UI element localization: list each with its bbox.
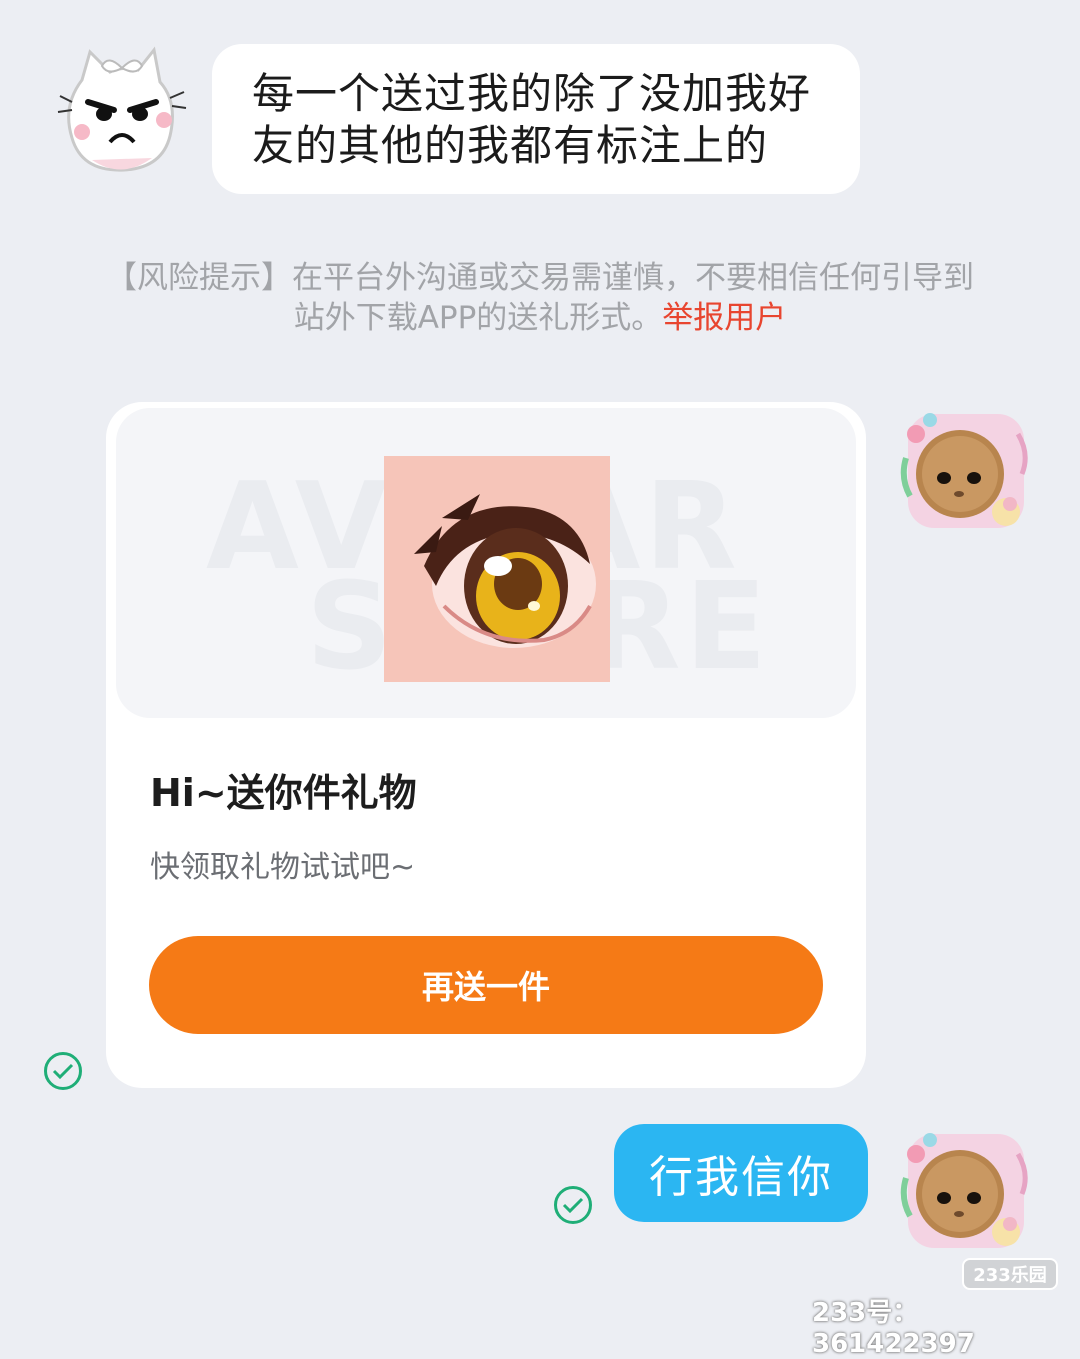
eye-gift-image	[384, 456, 610, 682]
outgoing-message-bubble[interactable]: 行我信你	[614, 1124, 868, 1222]
check-circle-icon	[554, 1186, 592, 1224]
send-another-gift-button[interactable]: 再送一件	[149, 936, 823, 1034]
report-user-link[interactable]: 举报用户	[662, 300, 786, 336]
risk-notice: 【风险提示】在平台外沟通或交易需谨慎，不要相信任何引导到 站外下载APP的送礼形…	[90, 258, 990, 338]
cat-photo-avatar-icon	[900, 413, 1028, 528]
cat-sticker-icon	[57, 46, 187, 172]
sender-avatar[interactable]	[52, 40, 192, 180]
check-circle-icon	[44, 1052, 82, 1090]
user-avatar[interactable]	[898, 404, 1034, 538]
app-watermark-id: 233号：361422397	[812, 1298, 975, 1359]
gift-card-subtitle: 快领取礼物试试吧~	[150, 850, 416, 885]
incoming-message-line: 友的其他的我都有标注上的	[252, 121, 769, 170]
risk-notice-line: 【风险提示】在平台外沟通或交易需谨慎，不要相信任何引导到	[106, 260, 974, 296]
app-watermark-logo: 233乐园	[962, 1258, 1058, 1290]
incoming-message-bubble[interactable]: 每一个送过我的除了没加我好 友的其他的我都有标注上的	[212, 44, 860, 194]
cat-photo-avatar-icon	[900, 1133, 1028, 1248]
eye-icon	[384, 456, 610, 682]
gift-card[interactable]: AVATAR STORE Hi~送你件礼物 快领取礼物试试吧~ 再送一件	[106, 402, 866, 1088]
gift-banner: AVATAR STORE	[116, 408, 856, 718]
user-avatar[interactable]	[898, 1124, 1034, 1258]
risk-notice-line: 站外下载APP的送礼形式。	[293, 300, 663, 336]
gift-card-title: Hi~送你件礼物	[150, 771, 417, 815]
incoming-message-line: 每一个送过我的除了没加我好	[252, 69, 812, 118]
